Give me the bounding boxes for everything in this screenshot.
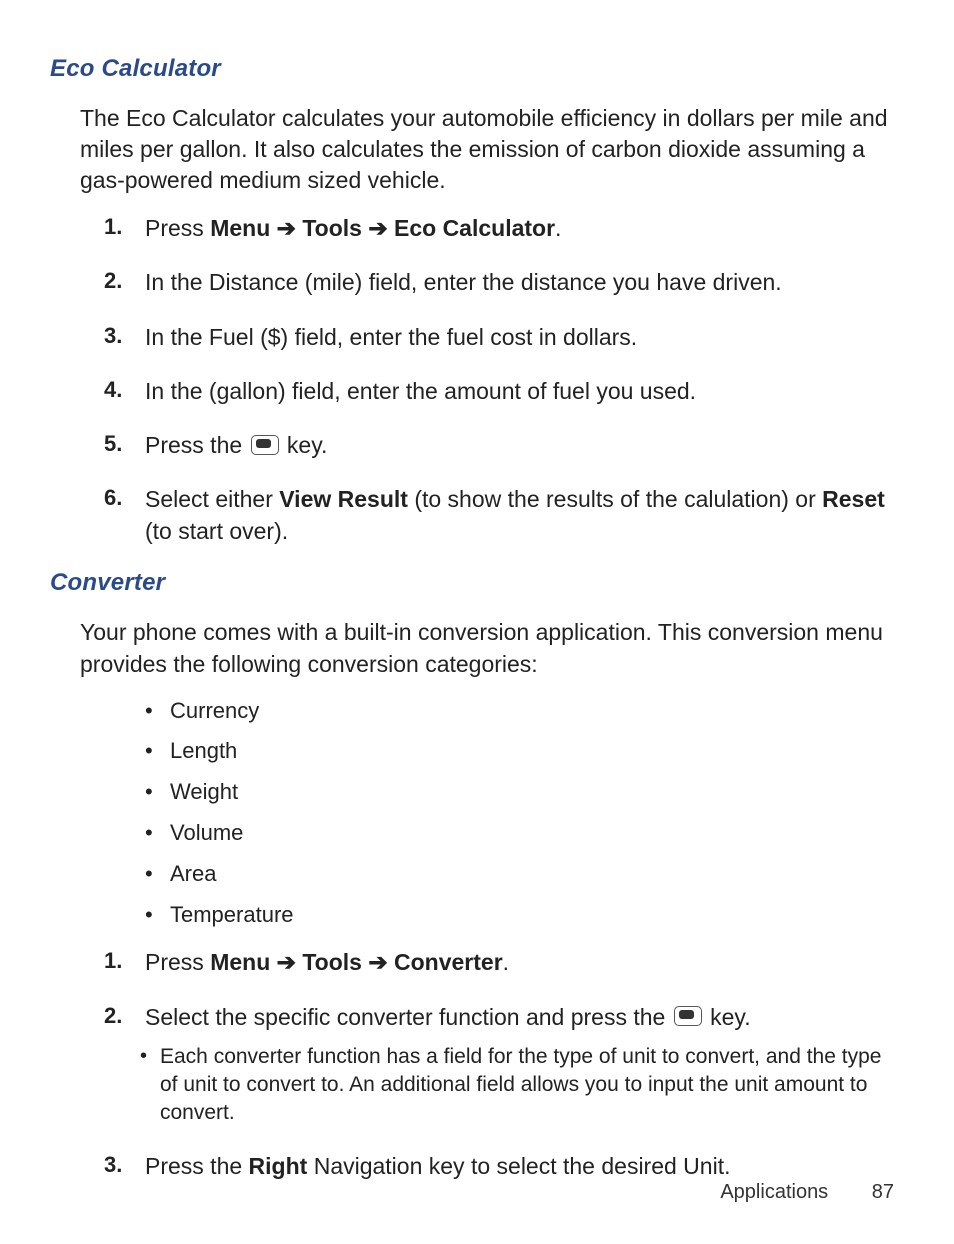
page-number: 87 — [872, 1181, 894, 1204]
step-text: key. — [704, 1004, 751, 1030]
list-item: Currency — [145, 696, 904, 727]
arrow-icon: ➔ — [362, 215, 394, 241]
manual-page: Eco Calculator The Eco Calculator calcul… — [0, 0, 954, 1244]
eco-steps-list: Press Menu ➔ Tools ➔ Eco Calculator. In … — [80, 212, 904, 547]
converter-step-2: Select the specific converter function a… — [80, 1001, 904, 1128]
list-item: Each converter function has a field for … — [135, 1043, 904, 1128]
heading-converter: Converter — [50, 569, 904, 597]
step-text: Press — [145, 215, 210, 241]
menu-label: Menu — [210, 215, 270, 241]
page-footer: Applications 87 — [720, 1181, 894, 1204]
step-text: Press the — [145, 1153, 249, 1179]
eco-step-3: In the Fuel ($) field, enter the fuel co… — [80, 321, 904, 353]
converter-intro-paragraph: Your phone comes with a built-in convers… — [80, 617, 904, 679]
view-result-label: View Result — [279, 486, 408, 512]
arrow-icon: ➔ — [270, 215, 302, 241]
step-text: Navigation key to select the desired Uni… — [307, 1153, 730, 1179]
converter-step-2-note: Each converter function has a field for … — [145, 1043, 904, 1128]
converter-steps-list: Press Menu ➔ Tools ➔ Converter. Select t… — [80, 946, 904, 1182]
footer-section-name: Applications — [720, 1181, 828, 1203]
eco-calculator-label: Eco Calculator — [394, 215, 555, 241]
step-text: key. — [281, 432, 328, 458]
step-text: (to start over). — [145, 518, 288, 544]
step-text: Press the — [145, 432, 249, 458]
step-text: Select either — [145, 486, 279, 512]
eco-step-5: Press the key. — [80, 429, 904, 461]
heading-eco-calculator: Eco Calculator — [50, 55, 904, 83]
tools-label: Tools — [302, 215, 362, 241]
step-text: (to show the results of the calulation) … — [408, 486, 822, 512]
eco-step-1: Press Menu ➔ Tools ➔ Eco Calculator. — [80, 212, 904, 244]
list-item: Temperature — [145, 900, 904, 931]
list-item: Weight — [145, 777, 904, 808]
tools-label: Tools — [302, 949, 362, 975]
ok-key-icon — [674, 1006, 702, 1026]
step-text: Press — [145, 949, 210, 975]
eco-step-2: In the Distance (mile) field, enter the … — [80, 266, 904, 298]
period: . — [555, 215, 561, 241]
list-item: Area — [145, 859, 904, 890]
menu-label: Menu — [210, 949, 270, 975]
eco-intro-paragraph: The Eco Calculator calculates your autom… — [80, 103, 904, 196]
converter-step-3: Press the Right Navigation key to select… — [80, 1150, 904, 1182]
ok-key-icon — [251, 435, 279, 455]
period: . — [503, 949, 509, 975]
converter-label: Converter — [394, 949, 503, 975]
converter-step-1: Press Menu ➔ Tools ➔ Converter. — [80, 946, 904, 978]
eco-step-6: Select either View Result (to show the r… — [80, 483, 904, 547]
arrow-icon: ➔ — [362, 949, 394, 975]
step-text: Select the specific converter function a… — [145, 1004, 672, 1030]
reset-label: Reset — [822, 486, 885, 512]
list-item: Length — [145, 736, 904, 767]
list-item: Volume — [145, 818, 904, 849]
arrow-icon: ➔ — [270, 949, 302, 975]
right-label: Right — [249, 1153, 308, 1179]
eco-step-4: In the (gallon) field, enter the amount … — [80, 375, 904, 407]
converter-categories-list: Currency Length Weight Volume Area Tempe… — [145, 696, 904, 931]
